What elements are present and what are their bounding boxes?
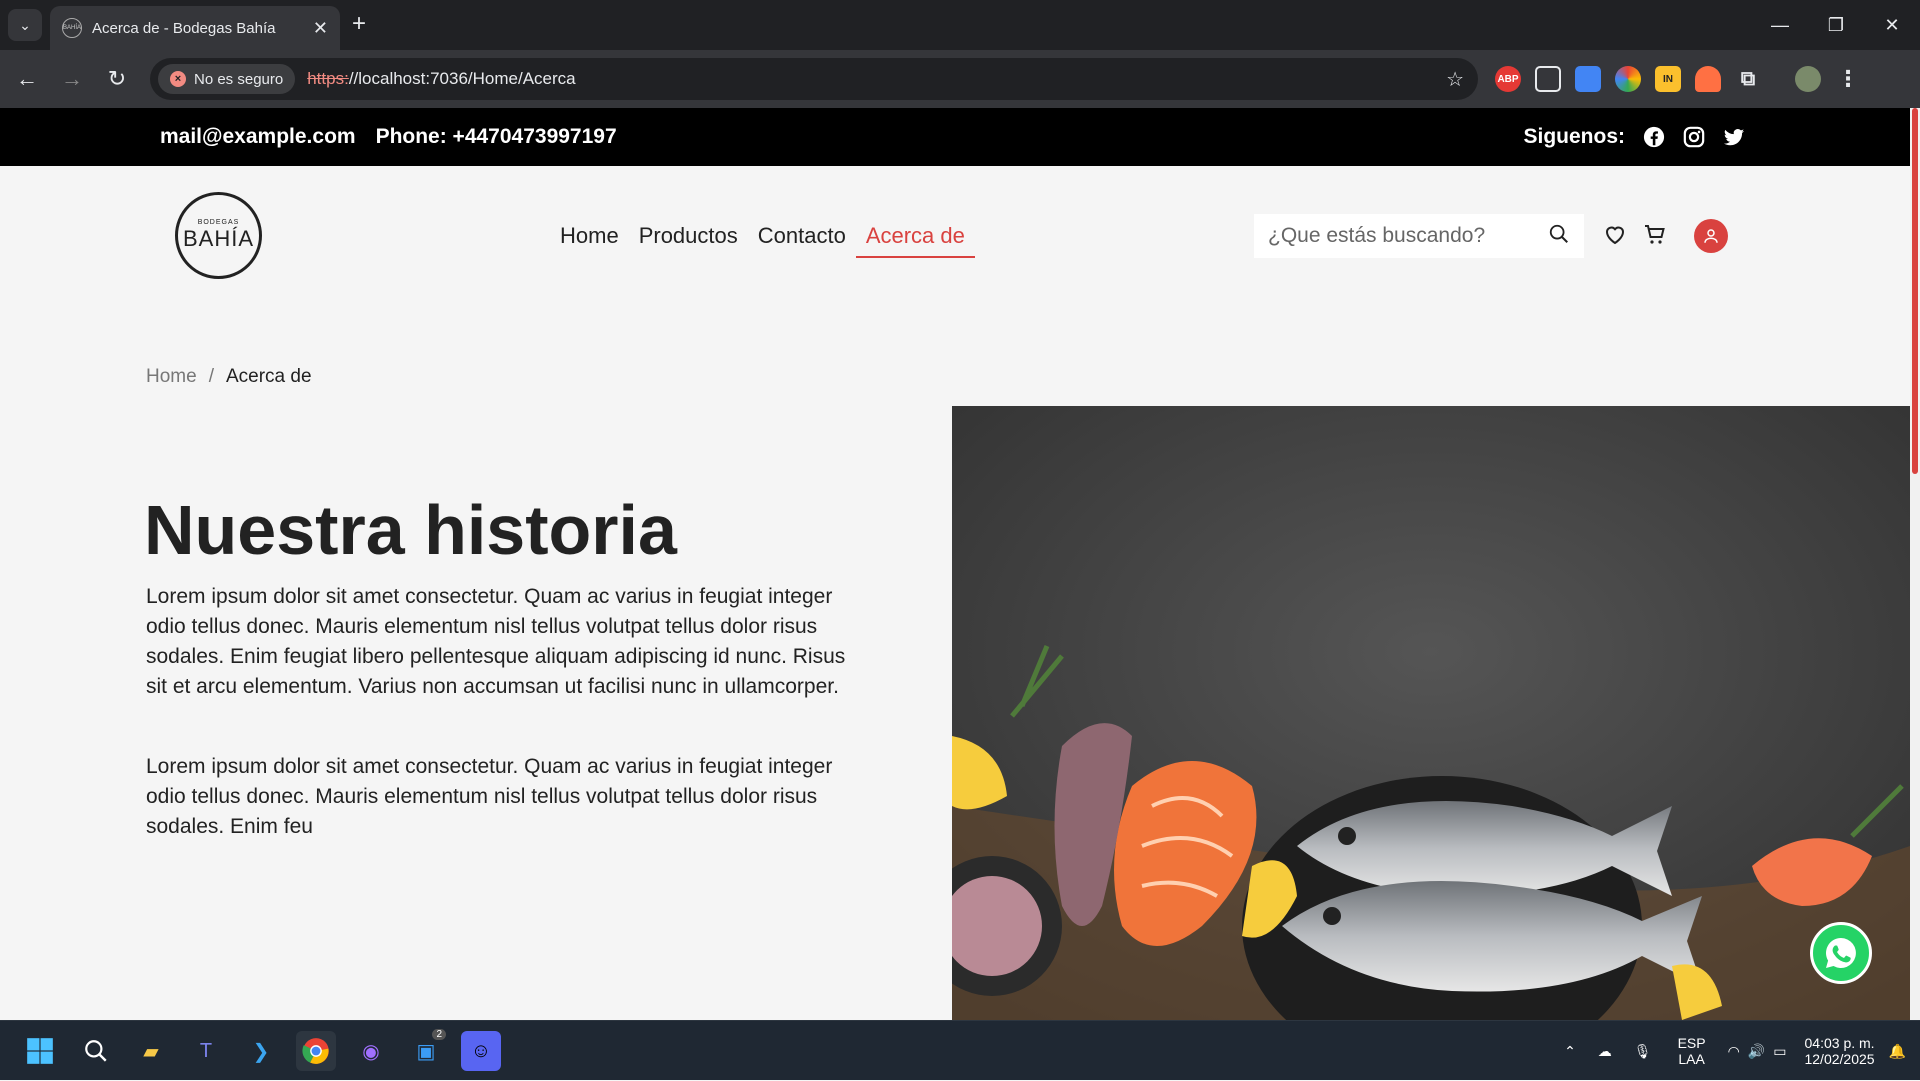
window-controls: — ❐ ✕ xyxy=(1752,0,1920,50)
clock-date: 12/02/2025 xyxy=(1804,1051,1875,1067)
microphone-icon[interactable]: 🎙 xyxy=(1634,1043,1652,1060)
security-chip[interactable]: × No es seguro xyxy=(158,64,296,94)
adblock-extension-icon[interactable]: ABP xyxy=(1495,66,1521,92)
search-box xyxy=(1254,214,1584,258)
breadcrumb: Home / Acerca de xyxy=(146,366,312,388)
reload-icon[interactable]: ↻ xyxy=(100,62,134,96)
volume-icon[interactable]: 🔊 xyxy=(1748,1043,1765,1060)
extensions-area: ABP IN ⧉ ⋮ xyxy=(1495,62,1861,96)
breadcrumb-separator: / xyxy=(208,366,214,387)
nav-home[interactable]: Home xyxy=(550,214,629,258)
notifications-bell-icon[interactable]: 🔔 xyxy=(1889,1043,1906,1060)
browser-toolbar: ← → ↻ × No es seguro https://localhost:7… xyxy=(0,50,1920,108)
taskbar-search-icon[interactable] xyxy=(76,1031,116,1071)
new-tab-icon[interactable]: + xyxy=(352,11,366,37)
site-logo[interactable]: BODEGAS BAHÍA xyxy=(175,192,262,279)
bookmark-star-icon[interactable]: ☆ xyxy=(1446,67,1464,92)
email-text[interactable]: mail@example.com xyxy=(160,125,356,149)
logo-subtitle: BODEGAS xyxy=(197,219,240,226)
phone-text[interactable]: Phone: +4470473997197 xyxy=(376,125,617,149)
story-paragraph-2: Lorem ipsum dolor sit amet consectetur. … xyxy=(146,755,833,838)
site-topbar: mail@example.com Phone: +4470473997197 S… xyxy=(0,108,1910,166)
seafood-hero-image xyxy=(952,406,1910,1020)
follow-label: Siguenos: xyxy=(1523,125,1625,148)
security-label: No es seguro xyxy=(194,70,284,88)
nav-acerca[interactable]: Acerca de xyxy=(855,214,975,258)
browser-tab-bar: ⌄ BAHÍA Acerca de - Bodegas Bahía ✕ + — … xyxy=(0,0,1920,50)
github-desktop-icon[interactable]: ◉ xyxy=(351,1031,391,1071)
breadcrumb-home[interactable]: Home xyxy=(146,366,197,388)
color-picker-extension-icon[interactable] xyxy=(1615,66,1641,92)
search-icon[interactable] xyxy=(1548,223,1570,250)
onedrive-cloud-icon[interactable]: ☁ xyxy=(1598,1043,1612,1060)
language-indicator[interactable]: ESP LAA xyxy=(1678,1035,1706,1067)
mail-app-icon[interactable]: ▣ 2 xyxy=(406,1029,446,1071)
url-scheme: https: xyxy=(307,69,349,88)
file-explorer-icon[interactable]: ▰ xyxy=(131,1031,171,1071)
wifi-icon[interactable]: ◠ xyxy=(1728,1043,1740,1060)
windows-taskbar: ▰ T ❯ ◉ ▣ 2 ☺ ⌃ ☁ 🎙 ESP LAA ◠ 🔊 ▭ 04:03 … xyxy=(0,1020,1920,1080)
profile-avatar[interactable] xyxy=(1795,66,1821,92)
site-favicon-icon: BAHÍA xyxy=(62,18,82,38)
twitter-icon[interactable] xyxy=(1723,126,1745,148)
main-nav: Home Productos Contacto Acerca de xyxy=(550,214,975,258)
extensions-puzzle-icon[interactable]: ⧉ xyxy=(1735,66,1761,92)
facebook-icon[interactable] xyxy=(1643,126,1665,148)
contact-info: mail@example.com Phone: +4470473997197 xyxy=(160,108,617,166)
breadcrumb-current: Acerca de xyxy=(225,366,312,387)
url-path: //localhost:7036/Home/Acerca xyxy=(348,69,576,88)
forward-icon[interactable]: → xyxy=(55,62,89,96)
browser-menu-icon[interactable]: ⋮ xyxy=(1835,66,1861,92)
picture-in-picture-extension-icon[interactable] xyxy=(1535,66,1561,92)
battery-icon[interactable]: ▭ xyxy=(1773,1043,1786,1060)
tray-overflow-chevron-icon[interactable]: ⌃ xyxy=(1564,1043,1576,1060)
browser-tab[interactable]: BAHÍA Acerca de - Bodegas Bahía ✕ xyxy=(50,6,340,50)
scrollbar-thumb[interactable] xyxy=(1912,108,1918,474)
url-text[interactable]: https://localhost:7036/Home/Acerca xyxy=(307,69,575,89)
tab-title: Acerca de - Bodegas Bahía xyxy=(92,19,276,37)
vscode-icon[interactable]: ❯ xyxy=(241,1031,281,1071)
docs-extension-icon[interactable] xyxy=(1575,66,1601,92)
teams-icon[interactable]: T xyxy=(186,1031,226,1071)
whatsapp-chat-icon[interactable] xyxy=(1810,922,1872,984)
language-layout: LAA xyxy=(1678,1051,1705,1067)
restore-icon[interactable]: ❐ xyxy=(1808,0,1864,50)
clock[interactable]: 04:03 p. m. 12/02/2025 xyxy=(1804,1035,1874,1067)
address-bar[interactable]: × No es seguro https://localhost:7036/Ho… xyxy=(150,58,1478,100)
inspector-extension-icon[interactable]: IN xyxy=(1655,66,1681,92)
cart-icon[interactable] xyxy=(1640,220,1670,250)
story-paragraph-1: Lorem ipsum dolor sit amet consectetur. … xyxy=(146,585,846,698)
system-tray: ⌃ ☁ 🎙 ESP LAA ◠ 🔊 ▭ 04:03 p. m. 12/02/20… xyxy=(1564,1021,1920,1081)
chrome-icon[interactable] xyxy=(296,1031,336,1071)
nav-productos[interactable]: Productos xyxy=(629,214,748,258)
discord-icon[interactable]: ☺ xyxy=(461,1031,501,1071)
instagram-icon[interactable] xyxy=(1683,126,1705,148)
tab-close-icon[interactable]: ✕ xyxy=(313,18,328,39)
back-icon[interactable]: ← xyxy=(10,62,44,96)
nav-contacto[interactable]: Contacto xyxy=(748,214,856,258)
user-account-icon[interactable] xyxy=(1694,219,1728,253)
clock-time: 04:03 p. m. xyxy=(1804,1035,1875,1051)
page-title: Nuestra historia xyxy=(144,491,677,569)
close-window-icon[interactable]: ✕ xyxy=(1864,0,1920,50)
tab-search-chevron-icon[interactable]: ⌄ xyxy=(8,9,42,41)
logo-title: BAHÍA xyxy=(182,226,255,251)
search-input[interactable] xyxy=(1268,224,1548,248)
language-code: ESP xyxy=(1677,1035,1706,1051)
windows-start-icon[interactable] xyxy=(20,1031,60,1071)
not-secure-icon: × xyxy=(170,71,186,87)
site-header: BODEGAS BAHÍA Home Productos Contacto Ac… xyxy=(0,166,1910,306)
social-links: Siguenos: xyxy=(1523,108,1745,166)
notification-badge: 2 xyxy=(432,1029,446,1040)
favorites-heart-icon[interactable] xyxy=(1600,220,1630,250)
minimize-icon[interactable]: — xyxy=(1752,0,1808,50)
fire-extension-icon[interactable] xyxy=(1695,66,1721,92)
